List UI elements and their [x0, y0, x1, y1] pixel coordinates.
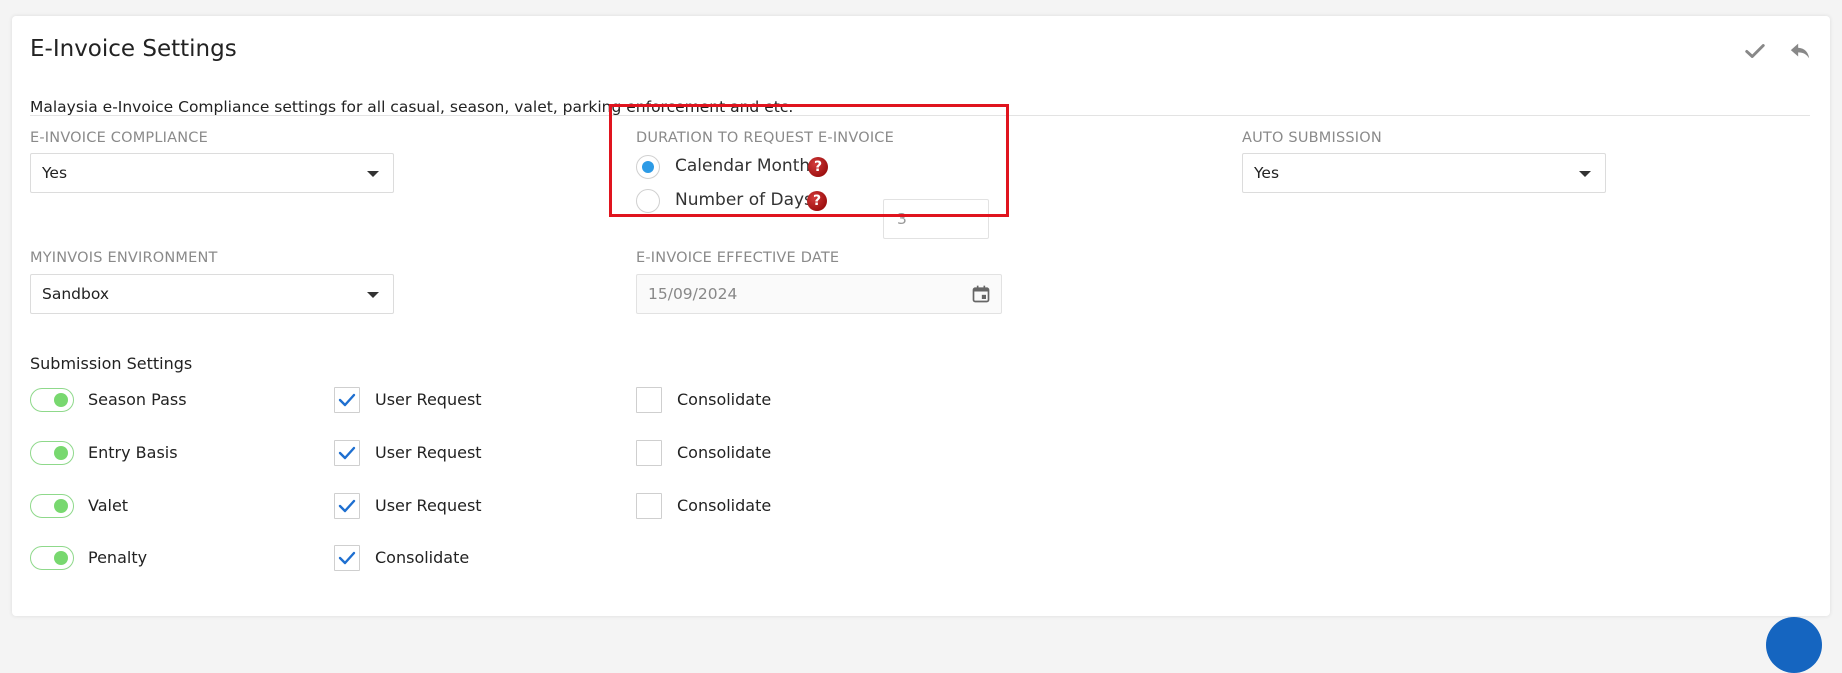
valet-label: Valet — [88, 496, 129, 515]
entry-basis-label: Entry Basis — [88, 443, 178, 462]
duration-label: DURATION TO REQUEST E-INVOICE — [636, 130, 894, 146]
toggle-entry-basis[interactable] — [30, 441, 74, 465]
number-of-days-label: Number of Days — [675, 190, 813, 210]
environment-label: MYINVOIS ENVIRONMENT — [30, 250, 218, 266]
auto-submission-label: AUTO SUBMISSION — [1242, 130, 1382, 146]
auto-submission-value: Yes — [1254, 164, 1280, 182]
valet-option2-label: Consolidate — [677, 496, 772, 515]
valet-option1-label: User Request — [375, 496, 482, 515]
calendar-month-label: Calendar Month — [675, 156, 811, 176]
chevron-down-icon — [367, 292, 379, 298]
effective-date-value: 15/09/2024 — [648, 285, 738, 303]
compliance-select[interactable]: Yes — [30, 153, 394, 193]
calendar-icon[interactable] — [971, 284, 991, 304]
header-actions — [1744, 40, 1810, 62]
toggle-penalty[interactable] — [30, 546, 74, 570]
radio-number-of-days[interactable] — [636, 189, 660, 213]
compliance-label: E-INVOICE COMPLIANCE — [30, 130, 208, 146]
page-description: Malaysia e-Invoice Compliance settings f… — [30, 98, 794, 116]
auto-submission-select[interactable]: Yes — [1242, 153, 1606, 193]
season-pass-label: Season Pass — [88, 390, 187, 409]
header-divider — [30, 115, 1810, 116]
effective-date-label: E-INVOICE EFFECTIVE DATE — [636, 250, 840, 266]
submission-heading: Submission Settings — [30, 354, 193, 373]
check-icon[interactable] — [1744, 40, 1766, 62]
penalty-label: Penalty — [88, 548, 148, 567]
chevron-down-icon — [1579, 171, 1591, 177]
checkbox-valet-user-request[interactable] — [334, 493, 360, 519]
question-icon[interactable]: ? — [808, 157, 828, 177]
season-pass-option2-label: Consolidate — [677, 390, 772, 409]
checkbox-penalty-consolidate[interactable] — [334, 545, 360, 571]
floating-action-button[interactable] — [1766, 617, 1822, 673]
checkbox-entry-basis-consolidate[interactable] — [636, 440, 662, 466]
page-title: E-Invoice Settings — [30, 36, 237, 62]
checkbox-season-pass-user-request[interactable] — [334, 387, 360, 413]
checkbox-valet-consolidate[interactable] — [636, 493, 662, 519]
entry-basis-option1-label: User Request — [375, 443, 482, 462]
entry-basis-option2-label: Consolidate — [677, 443, 772, 462]
radio-calendar-month[interactable] — [636, 155, 660, 179]
environment-value: Sandbox — [42, 285, 110, 303]
penalty-option1-label: Consolidate — [375, 548, 470, 567]
compliance-value: Yes — [42, 164, 68, 182]
chevron-down-icon — [367, 171, 379, 177]
reply-icon[interactable] — [1788, 40, 1810, 62]
environment-select[interactable]: Sandbox — [30, 274, 394, 314]
question-icon[interactable]: ? — [807, 191, 827, 211]
effective-date-input[interactable]: 15/09/2024 — [636, 274, 1002, 314]
toggle-season-pass[interactable] — [30, 388, 74, 412]
season-pass-option1-label: User Request — [375, 390, 482, 409]
checkbox-season-pass-consolidate[interactable] — [636, 387, 662, 413]
checkbox-entry-basis-user-request[interactable] — [334, 440, 360, 466]
toggle-valet[interactable] — [30, 494, 74, 518]
settings-card: E-Invoice Settings Malaysia e-Invoice Co… — [12, 16, 1830, 616]
number-of-days-input[interactable]: 3 — [883, 199, 989, 239]
